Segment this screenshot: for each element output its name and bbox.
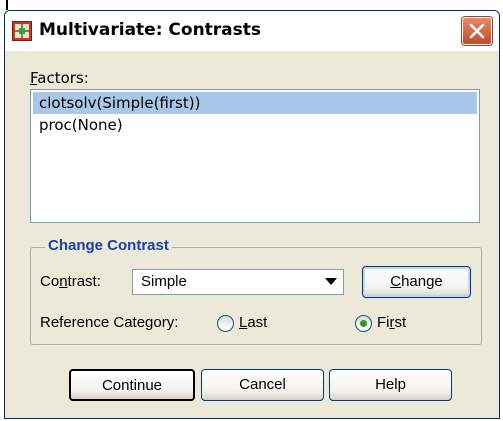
contrast-select[interactable]: Simple	[132, 269, 344, 295]
factors-listbox[interactable]: clotsolv(Simple(first)) proc(None)	[30, 89, 480, 223]
cancel-button[interactable]: Cancel	[201, 369, 324, 401]
radio-last[interactable]	[217, 315, 234, 332]
factors-label: Factors:	[30, 69, 89, 87]
background-tick	[6, 0, 8, 10]
radio-first[interactable]	[355, 315, 372, 332]
contrast-label: Contrast:	[40, 273, 101, 290]
reference-category-label: Reference Category:	[40, 314, 179, 331]
radio-last-label[interactable]: Last	[239, 314, 267, 331]
close-icon	[469, 23, 485, 39]
factor-item-clotsolv[interactable]: clotsolv(Simple(first))	[33, 92, 477, 114]
close-button[interactable]	[462, 17, 492, 45]
background-window-edge	[0, 0, 503, 10]
app-icon	[12, 21, 32, 41]
dialog-title: Multivariate: Contrasts	[39, 20, 262, 40]
radio-first-label[interactable]: First	[377, 314, 406, 331]
chevron-down-icon[interactable]	[325, 278, 337, 285]
contrast-select-value: Simple	[141, 273, 187, 290]
radio-selected-dot	[360, 320, 367, 327]
title-bar[interactable]: Multivariate: Contrasts	[5, 11, 499, 51]
continue-button[interactable]: Continue	[69, 369, 195, 401]
factor-item-proc[interactable]: proc(None)	[33, 114, 477, 136]
change-contrast-title: Change Contrast	[45, 237, 172, 254]
help-button[interactable]: Help	[329, 369, 452, 401]
change-button[interactable]: Change	[362, 266, 471, 298]
contrasts-dialog: Multivariate: Contrasts Factors: clotsol…	[4, 10, 500, 419]
